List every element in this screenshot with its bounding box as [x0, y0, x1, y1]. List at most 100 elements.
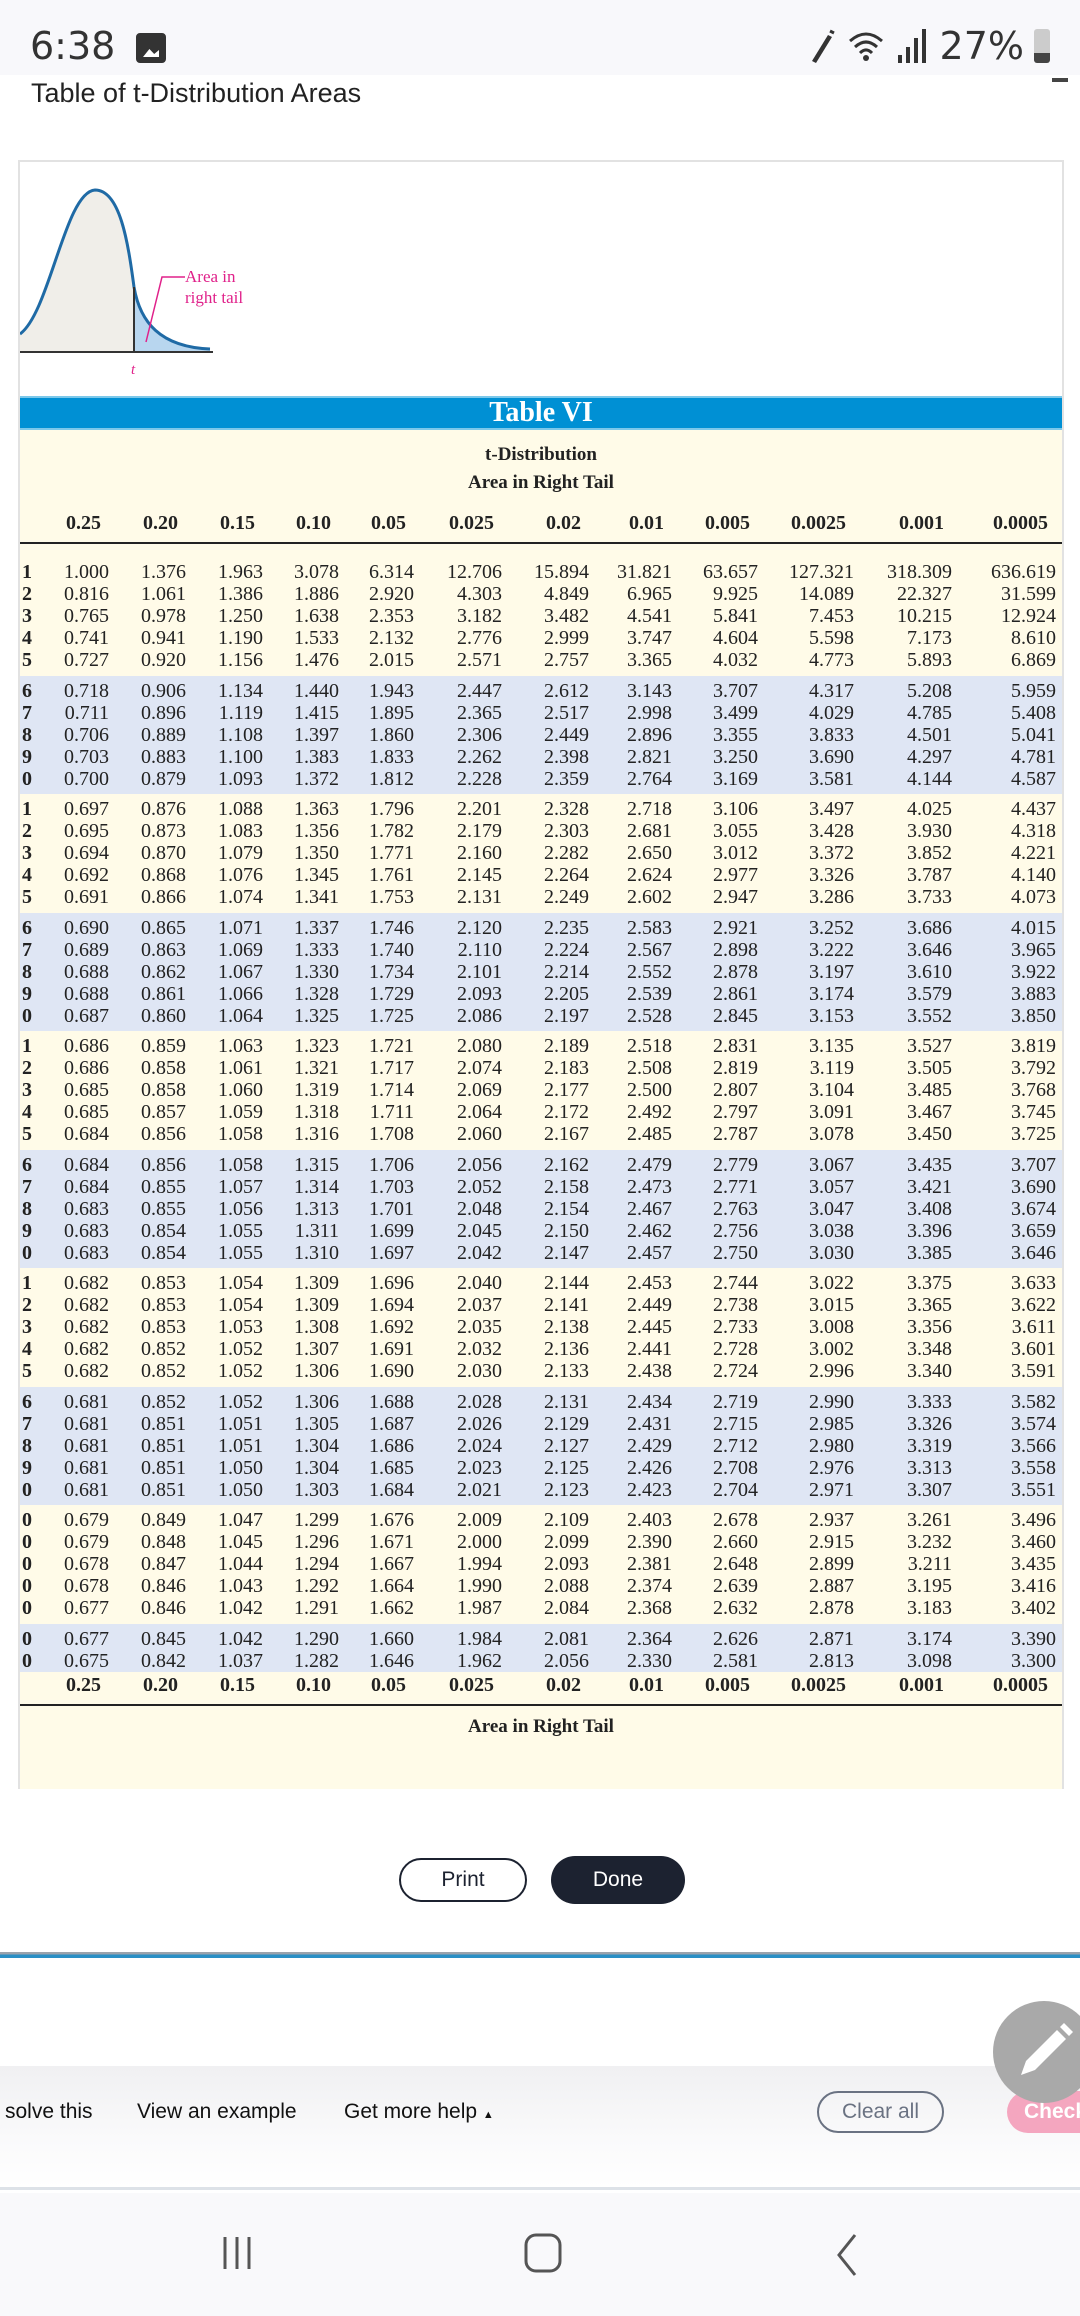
t-value-cell: 2.797 [713, 1101, 758, 1123]
t-value-cell: 2.567 [627, 938, 672, 961]
t-value-cell: 2.771 [713, 1175, 758, 1198]
t-value-cell: 5.893 [907, 649, 952, 671]
t-value-cell: 3.450 [907, 1123, 952, 1145]
t-value-cell: 1.042 [218, 1597, 263, 1619]
recents-icon[interactable] [222, 2233, 262, 2273]
t-value-cell: 2.368 [627, 1597, 672, 1619]
t-value-cell: 3.819 [1011, 1035, 1056, 1057]
df-cell: 8 [22, 723, 32, 746]
clear-all-button[interactable]: Clear all [817, 2091, 944, 2133]
t-value-cell: 4.015 [1011, 916, 1056, 939]
column-header: 0.05 [371, 512, 406, 534]
t-value-cell: 3.725 [1011, 1123, 1056, 1145]
t-value-cell: 3.792 [1011, 1057, 1056, 1079]
t-value-cell: 3.022 [809, 1272, 854, 1294]
df-cell: 1 [22, 561, 32, 583]
t-value-cell: 1.638 [294, 605, 339, 627]
t-value-cell: 1.734 [369, 960, 414, 983]
get-more-help-button[interactable]: Get more help ▲ [344, 2100, 494, 2124]
t-value-cell: 1.943 [369, 679, 414, 702]
t-value-cell: 2.977 [713, 864, 758, 886]
df-cell: 7 [22, 1412, 32, 1435]
t-value-cell: 0.858 [141, 1057, 186, 1079]
t-value-cell: 2.492 [627, 1101, 672, 1123]
t-value-cell: 0.862 [141, 960, 186, 983]
t-value-cell: 0.697 [64, 798, 109, 820]
t-value-cell: 1.054 [218, 1294, 263, 1316]
t-value-cell: 2.787 [713, 1123, 758, 1145]
column-header: 0.05 [371, 1674, 406, 1696]
t-value-cell: 0.681 [64, 1434, 109, 1457]
back-icon[interactable] [833, 2233, 863, 2277]
t-value-cell: 0.765 [64, 605, 109, 627]
t-value-cell: 2.624 [627, 864, 672, 886]
t-value-cell: 0.849 [141, 1509, 186, 1531]
home-icon[interactable] [522, 2233, 566, 2277]
t-value-cell: 2.141 [544, 1294, 589, 1316]
table-row: 8 0.706 0.889 1.108 1.397 1.860 2.306 2.449 2.89… [20, 724, 1062, 746]
solve-this-link[interactable]: solve this [5, 2100, 93, 2124]
t-value-cell: 4.541 [627, 605, 672, 627]
t-value-cell: 2.431 [627, 1412, 672, 1435]
df-cell: 3 [22, 605, 32, 627]
t-value-cell: 1.299 [294, 1509, 339, 1531]
df-cell: 4 [22, 1101, 32, 1123]
t-value-cell: 2.403 [627, 1509, 672, 1531]
table-row: 0 0.678 0.847 1.044 1.294 1.667 1.994 2.093 2.38… [20, 1553, 1062, 1575]
axis-label-t: t [131, 362, 136, 378]
column-footer-row: 0.25 0.20 0.15 0.10 0.05 0.025 0.02 0.01 0.005 0.… [20, 1674, 1062, 1696]
t-value-cell: 0.678 [64, 1553, 109, 1575]
column-header: 0.02 [546, 1674, 581, 1696]
t-value-cell: 1.108 [218, 723, 263, 746]
t-value-cell: 1.053 [218, 1316, 263, 1338]
table-subtitle-2: Area in Right Tail [468, 472, 614, 493]
df-cell: 6 [22, 1153, 32, 1176]
view-example-link[interactable]: View an example [137, 2100, 297, 2124]
draw-button[interactable] [993, 2001, 1080, 2103]
wifi-icon [848, 32, 883, 61]
print-button[interactable]: Print [399, 1858, 527, 1902]
t-value-cell: 1.052 [218, 1338, 263, 1360]
t-value-cell: 2.423 [627, 1478, 672, 1501]
t-value-cell: 3.038 [809, 1219, 854, 1242]
t-value-cell: 0.889 [141, 723, 186, 746]
t-value-cell: 6.314 [369, 561, 414, 583]
t-value-cell: 3.078 [294, 561, 339, 583]
t-value-cell: 0.896 [141, 701, 186, 724]
t-value-cell: 0.856 [141, 1153, 186, 1176]
t-value-cell: 2.612 [544, 679, 589, 702]
t-value-cell: 2.583 [627, 916, 672, 939]
t-value-cell: 0.689 [64, 938, 109, 961]
t-value-cell: 1.328 [294, 982, 339, 1005]
column-header: 0.025 [449, 1674, 494, 1696]
t-value-cell: 2.084 [544, 1597, 589, 1619]
column-header: 0.0025 [791, 1674, 846, 1696]
t-value-cell: 3.833 [809, 723, 854, 746]
t-value-cell: 0.847 [141, 1553, 186, 1575]
t-value-cell: 3.707 [1011, 1153, 1056, 1176]
t-value-cell: 1.701 [369, 1197, 414, 1220]
t-value-cell: 2.129 [544, 1412, 589, 1435]
t-value-cell: 2.445 [627, 1316, 672, 1338]
t-value-cell: 0.978 [141, 605, 186, 627]
t-value-cell: 2.813 [809, 1649, 854, 1672]
df-cell: 2 [22, 1057, 32, 1079]
t-value-cell: 2.861 [713, 982, 758, 1005]
t-value-cell: 2.224 [544, 938, 589, 961]
df-cell: 1 [22, 798, 32, 820]
done-button[interactable]: Done [551, 1856, 685, 1904]
t-value-cell: 8.610 [1011, 627, 1056, 649]
t-value-cell: 1.706 [369, 1153, 414, 1176]
t-value-cell: 3.135 [809, 1035, 854, 1057]
t-value-cell: 2.306 [457, 723, 502, 746]
t-value-cell: 1.314 [294, 1175, 339, 1198]
t-value-cell: 3.250 [713, 745, 758, 768]
label-area-in: Area in [185, 267, 236, 286]
t-value-cell: 1.397 [294, 723, 339, 746]
t-value-cell: 2.571 [457, 649, 502, 671]
minimize-button[interactable] [1052, 78, 1068, 82]
table-footer: 0.25 0.20 0.15 0.10 0.05 0.025 0.02 0.01 0.005 0.… [20, 1672, 1062, 1789]
t-value-cell: 0.861 [141, 982, 186, 1005]
t-value-cell: 2.821 [627, 745, 672, 768]
t-value-cell: 31.599 [1001, 583, 1056, 605]
